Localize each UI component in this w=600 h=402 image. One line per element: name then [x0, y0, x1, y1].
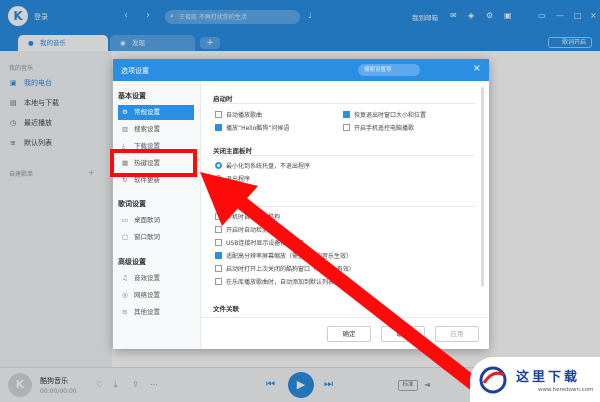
arrow-head	[200, 172, 258, 226]
arrow-shaft	[231, 193, 499, 402]
watermark-logo-icon	[479, 366, 507, 394]
watermark: 这里下载 www.heredown.com	[470, 357, 600, 402]
watermark-url: www.heredown.com	[538, 387, 594, 393]
watermark-name: 这里下载	[516, 370, 581, 385]
red-arrow-annotation	[200, 172, 499, 402]
